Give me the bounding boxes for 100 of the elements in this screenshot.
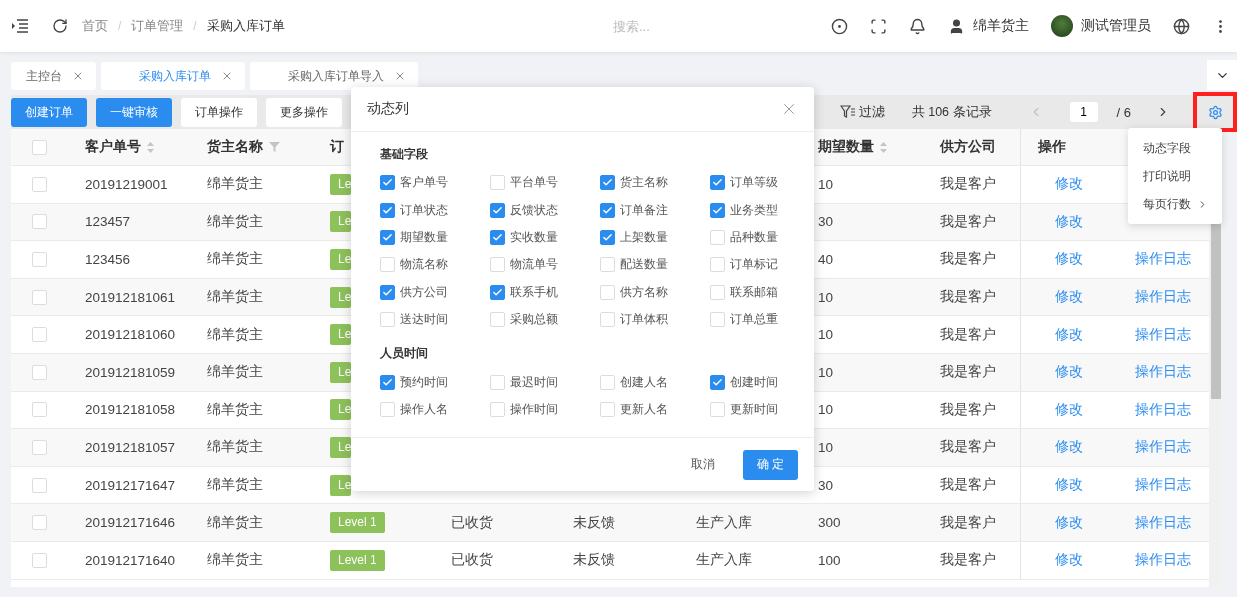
chevron-down-icon[interactable] — [1207, 60, 1237, 90]
close-icon[interactable] — [221, 70, 233, 82]
admin-name[interactable]: 测试管理员 — [1081, 17, 1151, 35]
close-icon[interactable] — [72, 70, 84, 82]
checkbox[interactable] — [380, 175, 395, 191]
table-cell-text: 10 — [817, 439, 835, 455]
close-icon[interactable] — [394, 70, 406, 82]
checkbox-label[interactable]: 货主名称 — [620, 174, 668, 192]
checkbox[interactable] — [600, 175, 615, 191]
checkbox[interactable] — [380, 284, 395, 300]
log-link[interactable]: 操作日志 — [1135, 250, 1191, 269]
checkbox-label[interactable]: 订单标记 — [730, 256, 778, 274]
checkbox[interactable] — [710, 374, 725, 390]
checkbox-label[interactable]: 供方名称 — [620, 283, 668, 301]
checkbox[interactable] — [710, 202, 725, 218]
log-link[interactable]: 操作日志 — [1135, 476, 1191, 495]
edit-link[interactable]: 修改 — [1055, 551, 1083, 570]
edit-link[interactable]: 修改 — [1055, 476, 1083, 495]
level-tag: Le — [330, 173, 352, 195]
user-icon[interactable] — [948, 17, 965, 35]
checkbox-label[interactable]: 联系邮箱 — [730, 283, 778, 301]
table-cell-text: 30 — [817, 477, 835, 493]
table-cell-text: 10 — [817, 289, 835, 305]
checkbox-label[interactable]: 操作人名 — [400, 400, 448, 418]
log-link[interactable]: 操作日志 — [1135, 325, 1191, 344]
user-name[interactable]: 绵羊货主 — [973, 17, 1029, 35]
checkbox-label[interactable]: 品种数量 — [730, 228, 778, 246]
checkbox[interactable] — [380, 229, 395, 245]
table-cell-text: 我是客户 — [939, 175, 997, 194]
tab[interactable]: 采购入库订单导入 — [250, 62, 418, 90]
checkbox-label[interactable]: 反馈状态 — [510, 201, 558, 219]
checkbox[interactable] — [490, 202, 505, 218]
checkbox-label[interactable]: 预约时间 — [400, 373, 448, 391]
sort-icon[interactable] — [880, 141, 887, 153]
checkbox[interactable] — [600, 229, 615, 245]
checkbox-label[interactable]: 创建时间 — [730, 373, 778, 391]
checkbox-label[interactable]: 送达时间 — [400, 311, 448, 329]
checkbox-label[interactable]: 期望数量 — [400, 228, 448, 246]
table-cell-text: 40 — [817, 252, 835, 267]
checkbox[interactable] — [710, 175, 725, 191]
column-header: 期望数量 — [818, 138, 874, 156]
toolbar-button[interactable]: 订单操作 — [181, 97, 257, 127]
checkbox[interactable] — [490, 284, 505, 300]
checkbox-label[interactable]: 物流单号 — [510, 256, 558, 274]
checkbox-label[interactable]: 创建人名 — [620, 373, 668, 391]
edit-link[interactable]: 修改 — [1055, 325, 1083, 344]
checkbox-label[interactable]: 更新时间 — [730, 400, 778, 418]
table-cell-text: 绵羊货主 — [206, 513, 264, 532]
search-field[interactable]: 搜索... — [611, 17, 741, 35]
checkbox-label[interactable]: 联系手机 — [510, 283, 558, 301]
checkbox-label[interactable]: 上架数量 — [620, 228, 668, 246]
checkbox-label[interactable]: 订单等级 — [730, 174, 778, 192]
fullscreen-icon[interactable] — [870, 17, 887, 35]
checkbox-label[interactable]: 客户单号 — [400, 174, 448, 192]
menu-item[interactable]: 打印说明 — [1128, 162, 1222, 190]
bell-icon[interactable] — [909, 17, 926, 35]
table-cell-text: 绵羊货主 — [206, 212, 264, 231]
checkbox-label[interactable]: 订单体积 — [620, 311, 668, 329]
checkbox-label[interactable]: 物流名称 — [400, 256, 448, 274]
tab[interactable]: 主控台 — [11, 62, 96, 90]
checkbox-label[interactable]: 订单备注 — [620, 201, 668, 219]
checkbox-label[interactable]: 更新人名 — [620, 400, 668, 418]
checkbox[interactable] — [380, 374, 395, 390]
edit-link[interactable]: 修改 — [1055, 250, 1083, 269]
checkbox-label[interactable]: 操作时间 — [510, 400, 558, 418]
checkbox-label[interactable]: 配送数量 — [620, 256, 668, 274]
level-tag: Le — [330, 361, 352, 383]
menu-item[interactable]: 动态字段 — [1128, 134, 1222, 162]
menu-item[interactable]: 每页行数 — [1128, 190, 1222, 218]
filter-icon[interactable] — [269, 142, 280, 152]
edit-link[interactable]: 修改 — [1055, 400, 1083, 419]
breadcrumb-item[interactable]: 首页 — [82, 17, 108, 35]
checkbox-label[interactable]: 平台单号 — [510, 174, 558, 192]
checkbox-label[interactable]: 采购总额 — [510, 311, 558, 329]
edit-link[interactable]: 修改 — [1055, 175, 1083, 194]
table-cell-text: 我是客户 — [939, 250, 997, 269]
column-header: 供方公司 — [940, 138, 996, 156]
checkbox-label[interactable]: 订单总重 — [730, 311, 778, 329]
cancel-button[interactable]: 取消 — [685, 455, 721, 474]
checkbox[interactable] — [380, 202, 395, 218]
toolbar-button[interactable]: 更多操作 — [266, 97, 342, 127]
checkbox-label[interactable]: 最迟时间 — [510, 373, 558, 391]
tab[interactable]: 采购入库订单 — [101, 62, 245, 90]
globe-icon[interactable] — [1173, 17, 1190, 35]
checkbox-label[interactable]: 业务类型 — [730, 201, 778, 219]
avatar[interactable] — [1051, 15, 1073, 37]
checkbox-label[interactable]: 供方公司 — [400, 283, 448, 301]
checkbox-label[interactable]: 订单状态 — [400, 201, 448, 219]
page-input[interactable]: 1 — [1069, 102, 1098, 122]
checkbox-label[interactable]: 实收数量 — [510, 228, 558, 246]
log-link[interactable]: 操作日志 — [1135, 551, 1191, 570]
refresh-icon[interactable] — [52, 18, 68, 34]
filter-button[interactable]: 过滤 — [839, 103, 885, 121]
log-link[interactable]: 操作日志 — [1135, 400, 1191, 419]
breadcrumb-item[interactable]: 订单管理 — [131, 17, 184, 35]
target-icon[interactable] — [831, 17, 848, 35]
sort-icon[interactable] — [147, 141, 154, 153]
checkbox[interactable] — [490, 229, 505, 245]
menu-icon[interactable] — [12, 19, 28, 33]
checkbox[interactable] — [600, 202, 615, 218]
